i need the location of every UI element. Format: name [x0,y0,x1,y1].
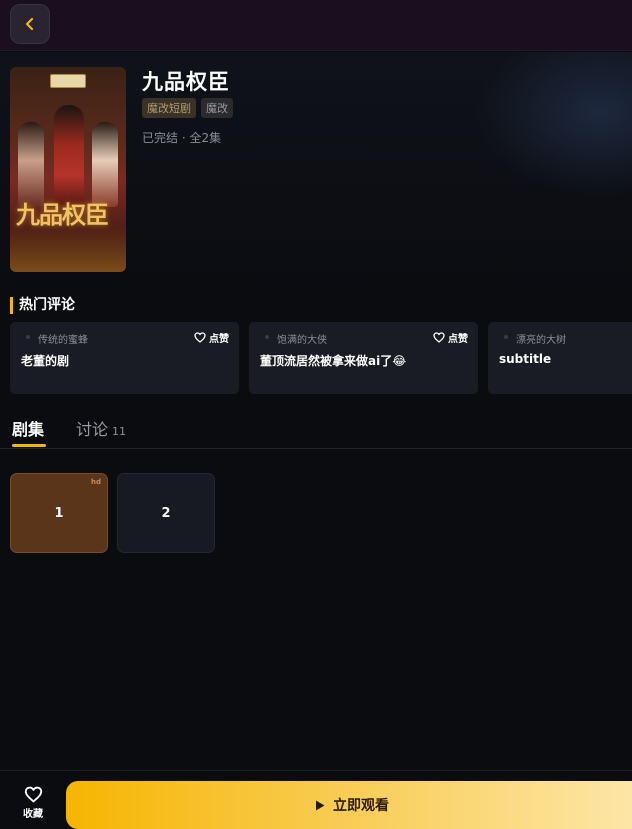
favorite-button[interactable]: 收藏 [14,786,52,826]
back-button[interactable] [10,4,50,44]
comment-card[interactable]: 饱满的大侠 点赞 董顶流居然被拿来做ai了😂 [249,322,478,394]
tab-discussion-label: 讨论 [76,420,109,439]
watch-now-label: 立即观看 [333,798,389,814]
poster-title-art: 九品权臣 [16,200,109,229]
like-label: 点赞 [448,334,468,345]
episode-number: 1 [54,505,64,521]
tab-episodes-label: 剧集 [12,420,45,439]
comment-card[interactable]: 传统的蜜蜂 点赞 老董的剧 [10,322,239,394]
favorite-label: 收藏 [23,809,43,820]
episode-button-current[interactable]: hd 1 [10,473,108,553]
comment-user: 传统的蜜蜂 [38,335,88,346]
poster-image[interactable]: 九品权臣 [10,67,126,272]
like-button[interactable]: 点赞 [194,330,229,345]
comment-text: 董顶流居然被拿来做ai了😂 [260,354,407,368]
drama-status: 已完结 · 全2集 [142,131,222,145]
content-tabs: 剧集 讨论 11 [0,408,632,449]
tag-list: 魔改短剧 魔改 [142,98,233,118]
episode-button[interactable]: 2 [117,473,215,553]
bottom-action-bar: 收藏 立即观看 [0,770,632,829]
like-button[interactable]: 点赞 [433,330,468,345]
user-avatar [26,335,30,339]
active-tab-indicator [12,444,46,447]
play-icon [316,800,325,810]
heart-icon [433,332,445,343]
comment-text: subtitle [499,352,552,366]
tab-discussion[interactable]: 讨论 11 [76,416,126,440]
comment-text: 老董的剧 [21,354,70,368]
tab-episodes[interactable]: 剧集 [12,416,44,440]
user-avatar [504,335,508,339]
drama-hero: 九品权臣 九品权臣 魔改短剧 魔改 已完结 · 全2集 [0,52,632,292]
drama-detail-page: 九品权臣 九品权臣 魔改短剧 魔改 已完结 · 全2集 热门评论 传统的蜜蜂 点… [0,0,632,829]
comment-user: 饱满的大侠 [277,335,327,346]
heart-icon [194,332,206,343]
like-label: 点赞 [209,334,229,345]
discussion-count: 11 [112,425,127,438]
drama-title: 九品权臣 [142,70,230,94]
chevron-left-icon [25,17,34,31]
heart-icon [24,786,42,803]
tag[interactable]: 魔改短剧 [142,98,196,118]
tag[interactable]: 魔改 [201,98,233,118]
user-avatar [265,335,269,339]
watch-now-button[interactable]: 立即观看 [66,781,632,829]
playing-badge: hd [91,478,101,486]
comment-card[interactable]: 漂亮的大树 subtitle [488,322,632,394]
top-bar [0,0,632,51]
episode-number: 2 [161,505,171,521]
hot-comments-title: 热门评论 [10,297,75,314]
comment-user: 漂亮的大树 [516,335,566,346]
